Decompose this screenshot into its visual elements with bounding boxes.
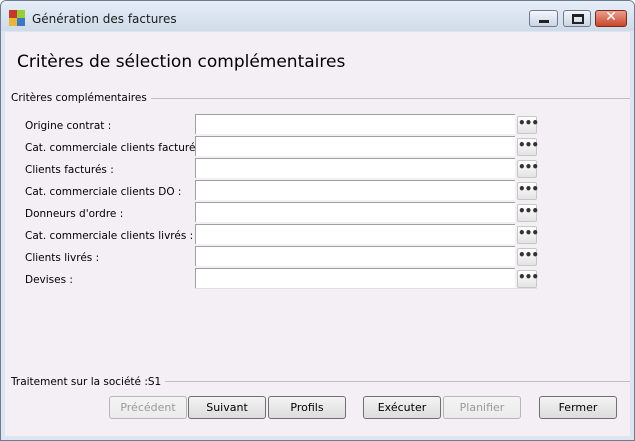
field-label-donneurs-ordre: Donneurs d'ordre : xyxy=(25,208,124,220)
next-button[interactable]: Suivant xyxy=(188,396,266,419)
ellipsis-icon: ••• xyxy=(518,116,539,130)
app-window: Génération des factures ✕ Critères de sé… xyxy=(0,0,635,441)
close-window-button[interactable]: ✕ xyxy=(595,9,627,27)
profiles-button[interactable]: Profils xyxy=(268,396,346,419)
close-button[interactable]: Fermer xyxy=(539,396,617,419)
origine-contrat-input[interactable] xyxy=(195,114,515,134)
ellipsis-icon: ••• xyxy=(518,226,539,240)
field-label-origine-contrat: Origine contrat : xyxy=(25,120,112,132)
minimize-button[interactable] xyxy=(529,10,558,27)
window-title: Génération des factures xyxy=(32,12,177,26)
clients-livres-lookup-button[interactable]: ••• xyxy=(517,248,539,266)
devises-input[interactable] xyxy=(195,268,515,288)
title-bar[interactable]: Génération des factures ✕ xyxy=(1,1,634,31)
maximize-icon xyxy=(572,14,584,24)
donneurs-ordre-lookup-button[interactable]: ••• xyxy=(517,204,539,222)
schedule-button[interactable]: Planifier xyxy=(443,396,521,419)
app-icon xyxy=(9,10,25,26)
cat-clients-livres-input[interactable] xyxy=(195,224,515,244)
cat-clients-do-lookup-button[interactable]: ••• xyxy=(517,182,539,200)
close-icon: ✕ xyxy=(605,9,617,25)
field-label-clients-livres: Clients livrés : xyxy=(25,252,100,264)
maximize-button[interactable] xyxy=(563,10,591,27)
field-label-clients-factures: Clients facturés : xyxy=(25,164,114,176)
origine-contrat-lookup-button[interactable]: ••• xyxy=(517,116,539,134)
clients-factures-input[interactable] xyxy=(195,158,515,178)
cat-clients-factures-lookup-button[interactable]: ••• xyxy=(517,138,539,156)
ellipsis-icon: ••• xyxy=(518,270,539,284)
status-divider xyxy=(151,381,630,382)
ellipsis-icon: ••• xyxy=(518,182,539,196)
field-label-cat-clients-factures: Cat. commerciale clients facturés : xyxy=(25,142,208,154)
devises-lookup-button[interactable]: ••• xyxy=(517,270,539,288)
donneurs-ordre-input[interactable] xyxy=(195,202,515,222)
cat-clients-livres-lookup-button[interactable]: ••• xyxy=(517,226,539,244)
execute-button[interactable]: Exécuter xyxy=(363,396,441,419)
fields-bottom-divider xyxy=(195,288,537,289)
previous-button[interactable]: Précédent xyxy=(109,396,187,419)
group-label: Critères complémentaires xyxy=(11,92,151,104)
ellipsis-icon: ••• xyxy=(518,248,539,262)
field-label-cat-clients-do: Cat. commerciale clients DO : xyxy=(25,186,182,198)
field-label-devises: Devises : xyxy=(25,274,73,286)
cat-clients-do-input[interactable] xyxy=(195,180,515,200)
company-status-label: Traitement sur la société :S1 xyxy=(11,376,166,388)
cat-clients-factures-input[interactable] xyxy=(195,136,515,156)
client-area: Critères de sélection complémentaires Cr… xyxy=(5,32,630,436)
group-divider xyxy=(133,98,630,99)
minimize-icon xyxy=(539,20,549,23)
clients-factures-lookup-button[interactable]: ••• xyxy=(517,160,539,178)
clients-livres-input[interactable] xyxy=(195,246,515,266)
ellipsis-icon: ••• xyxy=(518,204,539,218)
page-title: Critères de sélection complémentaires xyxy=(17,52,346,72)
field-label-cat-clients-livres: Cat. commerciale clients livrés : xyxy=(25,230,194,242)
ellipsis-icon: ••• xyxy=(518,160,539,174)
ellipsis-icon: ••• xyxy=(518,138,539,152)
